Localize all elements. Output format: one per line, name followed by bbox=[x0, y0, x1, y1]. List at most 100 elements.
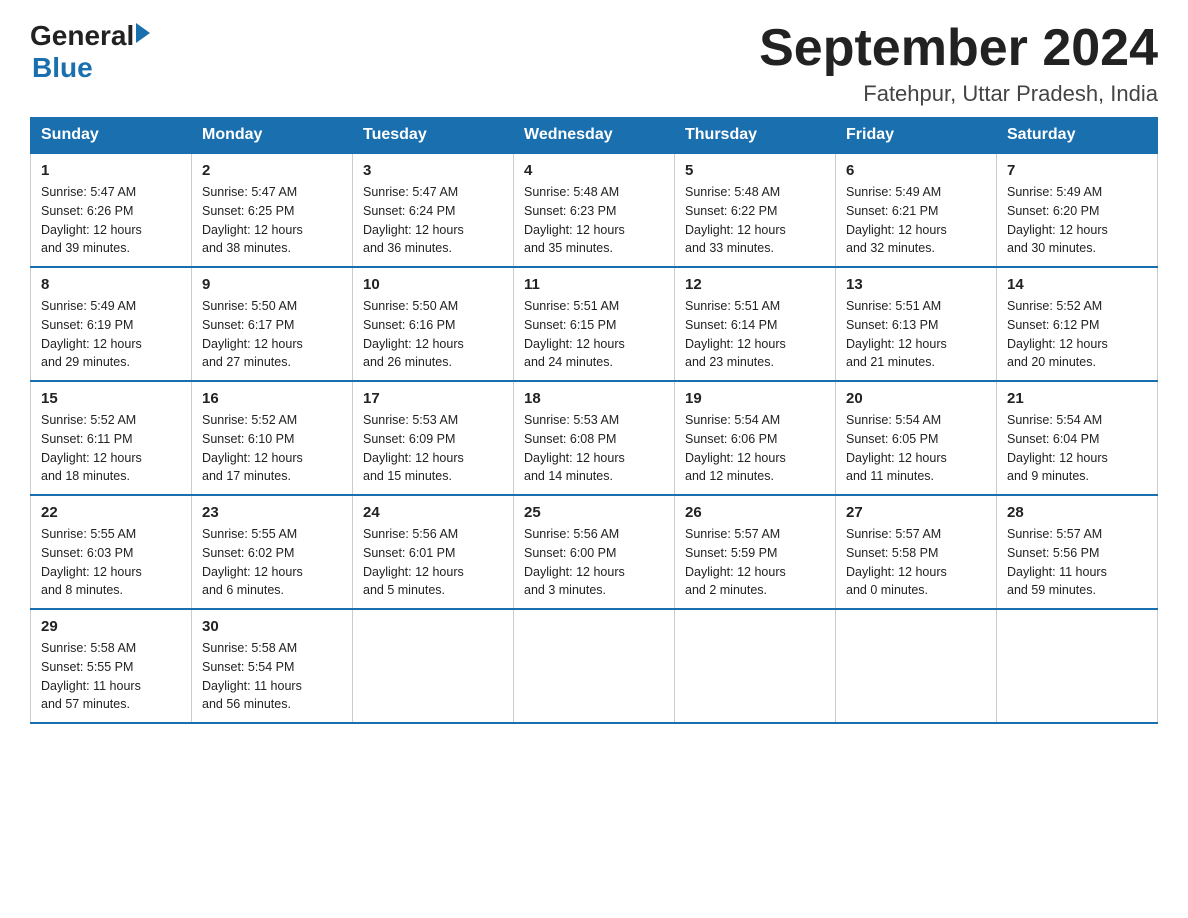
week-row-4: 22 Sunrise: 5:55 AMSunset: 6:03 PMDaylig… bbox=[31, 495, 1158, 609]
header-sunday: Sunday bbox=[31, 118, 192, 154]
day-number: 10 bbox=[363, 276, 503, 293]
day-18: 18 Sunrise: 5:53 AMSunset: 6:08 PMDaylig… bbox=[514, 381, 675, 495]
day-9: 9 Sunrise: 5:50 AMSunset: 6:17 PMDayligh… bbox=[192, 267, 353, 381]
day-number: 19 bbox=[685, 390, 825, 407]
empty-cell bbox=[514, 609, 675, 723]
day-info: Sunrise: 5:49 AMSunset: 6:19 PMDaylight:… bbox=[41, 297, 181, 372]
logo-general: General bbox=[30, 20, 134, 52]
day-info: Sunrise: 5:51 AMSunset: 6:13 PMDaylight:… bbox=[846, 297, 986, 372]
day-info: Sunrise: 5:54 AMSunset: 6:04 PMDaylight:… bbox=[1007, 411, 1147, 486]
logo: General Blue bbox=[30, 20, 150, 84]
day-info: Sunrise: 5:57 AMSunset: 5:56 PMDaylight:… bbox=[1007, 525, 1147, 600]
calendar-table: Sunday Monday Tuesday Wednesday Thursday… bbox=[30, 117, 1158, 724]
day-info: Sunrise: 5:54 AMSunset: 6:05 PMDaylight:… bbox=[846, 411, 986, 486]
empty-cell bbox=[836, 609, 997, 723]
day-number: 1 bbox=[41, 162, 181, 179]
day-number: 29 bbox=[41, 618, 181, 635]
day-19: 19 Sunrise: 5:54 AMSunset: 6:06 PMDaylig… bbox=[675, 381, 836, 495]
day-info: Sunrise: 5:47 AMSunset: 6:25 PMDaylight:… bbox=[202, 183, 342, 258]
day-1: 1 Sunrise: 5:47 AMSunset: 6:26 PMDayligh… bbox=[31, 153, 192, 267]
day-21: 21 Sunrise: 5:54 AMSunset: 6:04 PMDaylig… bbox=[997, 381, 1158, 495]
day-info: Sunrise: 5:51 AMSunset: 6:15 PMDaylight:… bbox=[524, 297, 664, 372]
day-info: Sunrise: 5:49 AMSunset: 6:20 PMDaylight:… bbox=[1007, 183, 1147, 258]
logo-arrow-icon bbox=[136, 23, 150, 43]
day-11: 11 Sunrise: 5:51 AMSunset: 6:15 PMDaylig… bbox=[514, 267, 675, 381]
day-number: 17 bbox=[363, 390, 503, 407]
day-16: 16 Sunrise: 5:52 AMSunset: 6:10 PMDaylig… bbox=[192, 381, 353, 495]
day-23: 23 Sunrise: 5:55 AMSunset: 6:02 PMDaylig… bbox=[192, 495, 353, 609]
header-monday: Monday bbox=[192, 118, 353, 154]
empty-cell bbox=[997, 609, 1158, 723]
day-number: 9 bbox=[202, 276, 342, 293]
day-29: 29 Sunrise: 5:58 AMSunset: 5:55 PMDaylig… bbox=[31, 609, 192, 723]
day-info: Sunrise: 5:51 AMSunset: 6:14 PMDaylight:… bbox=[685, 297, 825, 372]
day-number: 22 bbox=[41, 504, 181, 521]
day-number: 15 bbox=[41, 390, 181, 407]
day-20: 20 Sunrise: 5:54 AMSunset: 6:05 PMDaylig… bbox=[836, 381, 997, 495]
day-info: Sunrise: 5:56 AMSunset: 6:00 PMDaylight:… bbox=[524, 525, 664, 600]
day-info: Sunrise: 5:49 AMSunset: 6:21 PMDaylight:… bbox=[846, 183, 986, 258]
day-number: 6 bbox=[846, 162, 986, 179]
day-info: Sunrise: 5:54 AMSunset: 6:06 PMDaylight:… bbox=[685, 411, 825, 486]
day-number: 21 bbox=[1007, 390, 1147, 407]
empty-cell bbox=[675, 609, 836, 723]
header-saturday: Saturday bbox=[997, 118, 1158, 154]
day-8: 8 Sunrise: 5:49 AMSunset: 6:19 PMDayligh… bbox=[31, 267, 192, 381]
day-number: 2 bbox=[202, 162, 342, 179]
day-info: Sunrise: 5:55 AMSunset: 6:02 PMDaylight:… bbox=[202, 525, 342, 600]
week-row-5: 29 Sunrise: 5:58 AMSunset: 5:55 PMDaylig… bbox=[31, 609, 1158, 723]
day-22: 22 Sunrise: 5:55 AMSunset: 6:03 PMDaylig… bbox=[31, 495, 192, 609]
empty-cell bbox=[353, 609, 514, 723]
day-info: Sunrise: 5:50 AMSunset: 6:17 PMDaylight:… bbox=[202, 297, 342, 372]
day-info: Sunrise: 5:50 AMSunset: 6:16 PMDaylight:… bbox=[363, 297, 503, 372]
day-info: Sunrise: 5:52 AMSunset: 6:10 PMDaylight:… bbox=[202, 411, 342, 486]
day-3: 3 Sunrise: 5:47 AMSunset: 6:24 PMDayligh… bbox=[353, 153, 514, 267]
week-row-1: 1 Sunrise: 5:47 AMSunset: 6:26 PMDayligh… bbox=[31, 153, 1158, 267]
day-number: 3 bbox=[363, 162, 503, 179]
day-number: 20 bbox=[846, 390, 986, 407]
day-number: 23 bbox=[202, 504, 342, 521]
day-4: 4 Sunrise: 5:48 AMSunset: 6:23 PMDayligh… bbox=[514, 153, 675, 267]
week-row-3: 15 Sunrise: 5:52 AMSunset: 6:11 PMDaylig… bbox=[31, 381, 1158, 495]
day-number: 18 bbox=[524, 390, 664, 407]
calendar-title: September 2024 bbox=[759, 20, 1158, 77]
day-12: 12 Sunrise: 5:51 AMSunset: 6:14 PMDaylig… bbox=[675, 267, 836, 381]
day-number: 16 bbox=[202, 390, 342, 407]
day-info: Sunrise: 5:47 AMSunset: 6:26 PMDaylight:… bbox=[41, 183, 181, 258]
day-number: 8 bbox=[41, 276, 181, 293]
day-number: 4 bbox=[524, 162, 664, 179]
day-number: 11 bbox=[524, 276, 664, 293]
day-number: 12 bbox=[685, 276, 825, 293]
day-number: 30 bbox=[202, 618, 342, 635]
day-27: 27 Sunrise: 5:57 AMSunset: 5:58 PMDaylig… bbox=[836, 495, 997, 609]
page-header: General Blue September 2024 Fatehpur, Ut… bbox=[30, 20, 1158, 107]
day-info: Sunrise: 5:55 AMSunset: 6:03 PMDaylight:… bbox=[41, 525, 181, 600]
day-info: Sunrise: 5:56 AMSunset: 6:01 PMDaylight:… bbox=[363, 525, 503, 600]
day-number: 7 bbox=[1007, 162, 1147, 179]
header-tuesday: Tuesday bbox=[353, 118, 514, 154]
day-2: 2 Sunrise: 5:47 AMSunset: 6:25 PMDayligh… bbox=[192, 153, 353, 267]
day-26: 26 Sunrise: 5:57 AMSunset: 5:59 PMDaylig… bbox=[675, 495, 836, 609]
day-number: 26 bbox=[685, 504, 825, 521]
day-7: 7 Sunrise: 5:49 AMSunset: 6:20 PMDayligh… bbox=[997, 153, 1158, 267]
day-info: Sunrise: 5:48 AMSunset: 6:22 PMDaylight:… bbox=[685, 183, 825, 258]
day-info: Sunrise: 5:53 AMSunset: 6:08 PMDaylight:… bbox=[524, 411, 664, 486]
day-30: 30 Sunrise: 5:58 AMSunset: 5:54 PMDaylig… bbox=[192, 609, 353, 723]
day-info: Sunrise: 5:58 AMSunset: 5:55 PMDaylight:… bbox=[41, 639, 181, 714]
day-number: 13 bbox=[846, 276, 986, 293]
day-25: 25 Sunrise: 5:56 AMSunset: 6:00 PMDaylig… bbox=[514, 495, 675, 609]
day-info: Sunrise: 5:48 AMSunset: 6:23 PMDaylight:… bbox=[524, 183, 664, 258]
day-number: 25 bbox=[524, 504, 664, 521]
calendar-subtitle: Fatehpur, Uttar Pradesh, India bbox=[759, 81, 1158, 107]
day-17: 17 Sunrise: 5:53 AMSunset: 6:09 PMDaylig… bbox=[353, 381, 514, 495]
day-info: Sunrise: 5:53 AMSunset: 6:09 PMDaylight:… bbox=[363, 411, 503, 486]
day-5: 5 Sunrise: 5:48 AMSunset: 6:22 PMDayligh… bbox=[675, 153, 836, 267]
day-10: 10 Sunrise: 5:50 AMSunset: 6:16 PMDaylig… bbox=[353, 267, 514, 381]
day-number: 27 bbox=[846, 504, 986, 521]
day-13: 13 Sunrise: 5:51 AMSunset: 6:13 PMDaylig… bbox=[836, 267, 997, 381]
week-row-2: 8 Sunrise: 5:49 AMSunset: 6:19 PMDayligh… bbox=[31, 267, 1158, 381]
title-section: September 2024 Fatehpur, Uttar Pradesh, … bbox=[759, 20, 1158, 107]
day-info: Sunrise: 5:57 AMSunset: 5:58 PMDaylight:… bbox=[846, 525, 986, 600]
day-15: 15 Sunrise: 5:52 AMSunset: 6:11 PMDaylig… bbox=[31, 381, 192, 495]
day-info: Sunrise: 5:58 AMSunset: 5:54 PMDaylight:… bbox=[202, 639, 342, 714]
